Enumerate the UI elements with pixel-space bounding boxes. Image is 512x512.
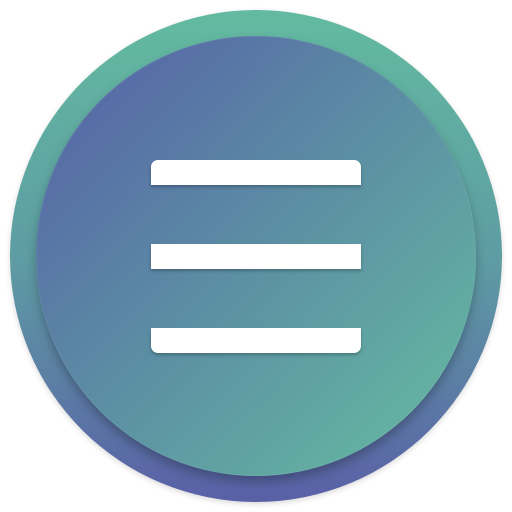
- menu-line-bottom-icon: [151, 328, 361, 353]
- menu-line-top-icon: [151, 160, 361, 185]
- menu-icon-canvas: [0, 0, 512, 512]
- menu-line-middle-icon: [151, 244, 361, 269]
